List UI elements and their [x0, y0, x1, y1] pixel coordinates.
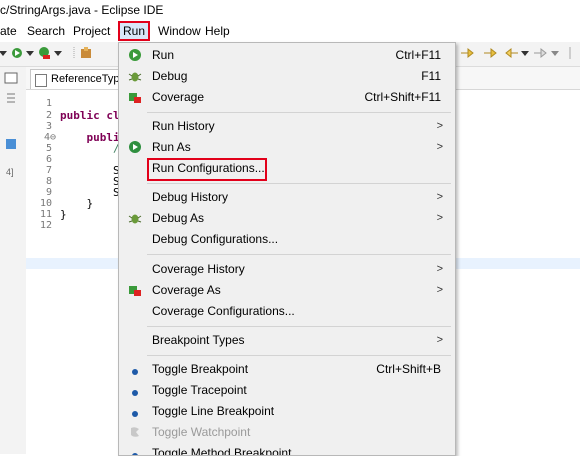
line-number: 2 — [45, 110, 52, 121]
menu-navigate[interactable]: ate — [0, 23, 17, 39]
line-number: 4⊖ — [43, 132, 56, 143]
forward-arrow-icon[interactable] — [533, 46, 547, 60]
line-number: 11 — [39, 209, 52, 220]
breakpoint-dot-icon — [127, 383, 143, 398]
menubar: ate Search Project Run Window Help — [0, 20, 580, 42]
line-number: 6 — [45, 154, 52, 165]
submenu-arrow-icon: > — [436, 212, 443, 224]
dropdown-arrow-icon[interactable] — [518, 46, 532, 60]
previous-annotation-icon[interactable] — [483, 46, 497, 60]
problem-marker-icon — [6, 139, 16, 149]
line-number: 9 — [45, 187, 52, 198]
menu-item-toggle-tracepoint[interactable]: Toggle Tracepoint — [119, 380, 455, 401]
view-icon[interactable] — [4, 71, 18, 85]
dropdown-arrow-icon[interactable] — [0, 46, 10, 60]
menu-separator — [147, 355, 451, 356]
menu-project[interactable]: Project — [73, 23, 110, 39]
line-number: 3 — [45, 121, 52, 132]
menu-search[interactable]: Search — [27, 23, 65, 39]
menu-item-toggle-breakpoint[interactable]: Toggle Breakpoint Ctrl+Shift+B — [119, 359, 455, 380]
line-number: 5 — [45, 143, 52, 154]
run-menu-dropdown: Run Ctrl+F11 Debug F11 Coverage Ctrl+Shi… — [118, 42, 456, 456]
java-file-icon — [35, 74, 47, 87]
menu-item-run-history[interactable]: Run History > — [119, 116, 455, 137]
menu-help[interactable]: Help — [205, 23, 230, 39]
menu-item-run-as[interactable]: Run As > — [119, 137, 455, 158]
run-circle-icon — [127, 140, 143, 155]
coverage-run-icon[interactable] — [37, 46, 51, 60]
menu-item-debug-history[interactable]: Debug History > — [119, 187, 455, 208]
line-number-gutter: 1 2 3 4⊖ 5 6 7 8 9 10 11 12 — [26, 90, 60, 454]
menu-item-debug[interactable]: Debug F11 — [119, 66, 455, 87]
menu-item-debug-as[interactable]: Debug As > — [119, 208, 455, 229]
menu-separator — [147, 326, 451, 327]
dropdown-arrow-icon[interactable] — [51, 46, 65, 60]
debug-bug-icon — [127, 211, 143, 226]
submenu-arrow-icon: > — [436, 284, 443, 296]
debug-bug-icon — [127, 69, 143, 84]
submenu-arrow-icon: > — [436, 191, 443, 203]
tab-label: ReferenceType — [51, 73, 126, 85]
menu-separator — [147, 112, 451, 113]
run-green-icon — [127, 48, 143, 63]
next-annotation-icon[interactable] — [460, 46, 474, 60]
menu-item-coverage-history[interactable]: Coverage History > — [119, 259, 455, 280]
new-java-package-icon[interactable] — [79, 46, 93, 60]
dropdown-arrow-icon[interactable] — [548, 46, 562, 60]
menu-item-coverage[interactable]: Coverage Ctrl+Shift+F11 — [119, 87, 455, 108]
code-line: / — [60, 142, 120, 155]
menu-separator — [147, 183, 451, 184]
code-line: } — [60, 208, 67, 221]
coverage-icon — [127, 90, 143, 105]
coverage-icon — [127, 283, 143, 298]
dropdown-arrow-icon[interactable] — [23, 46, 37, 60]
menu-item-coverage-as[interactable]: Coverage As > — [119, 280, 455, 301]
side-marker: 4] — [6, 167, 14, 177]
debug-run-icon[interactable] — [10, 46, 24, 60]
line-number: 8 — [45, 176, 52, 187]
menu-item-toggle-watchpoint: Toggle Watchpoint — [119, 422, 455, 443]
menu-separator — [147, 254, 451, 255]
menu-run[interactable]: Run — [118, 21, 151, 41]
line-number: 10 — [39, 198, 52, 209]
line-number: 1 — [45, 98, 52, 109]
window-title: c/StringArgs.java - Eclipse IDE — [0, 0, 580, 20]
submenu-arrow-icon: > — [436, 141, 443, 153]
submenu-arrow-icon: > — [436, 263, 443, 275]
breakpoint-dot-icon — [127, 404, 143, 419]
menu-item-coverage-configurations[interactable]: Coverage Configurations... — [119, 301, 455, 322]
separator-icon — [569, 47, 571, 59]
menu-item-breakpoint-types[interactable]: Breakpoint Types > — [119, 330, 455, 351]
line-number: 12 — [39, 220, 52, 231]
submenu-arrow-icon: > — [436, 120, 443, 132]
submenu-arrow-icon: > — [436, 334, 443, 346]
left-side-panel: 4] — [0, 67, 27, 454]
highlight-box — [147, 158, 267, 181]
menu-item-toggle-line-breakpoint[interactable]: Toggle Line Breakpoint — [119, 401, 455, 422]
menu-window[interactable]: Window — [158, 23, 201, 39]
menu-item-debug-configurations[interactable]: Debug Configurations... — [119, 229, 455, 250]
back-arrow-icon[interactable] — [505, 46, 519, 60]
menu-item-toggle-method-breakpoint[interactable]: Toggle Method Breakpoint — [119, 443, 455, 455]
outline-icon[interactable] — [4, 91, 18, 105]
line-number: 7 — [45, 165, 52, 176]
menu-item-run[interactable]: Run Ctrl+F11 — [119, 45, 455, 66]
watchpoint-icon — [127, 425, 143, 440]
breakpoint-dot-icon — [127, 362, 143, 377]
code-line: public cl — [60, 109, 120, 122]
breakpoint-dot-icon — [127, 446, 143, 455]
